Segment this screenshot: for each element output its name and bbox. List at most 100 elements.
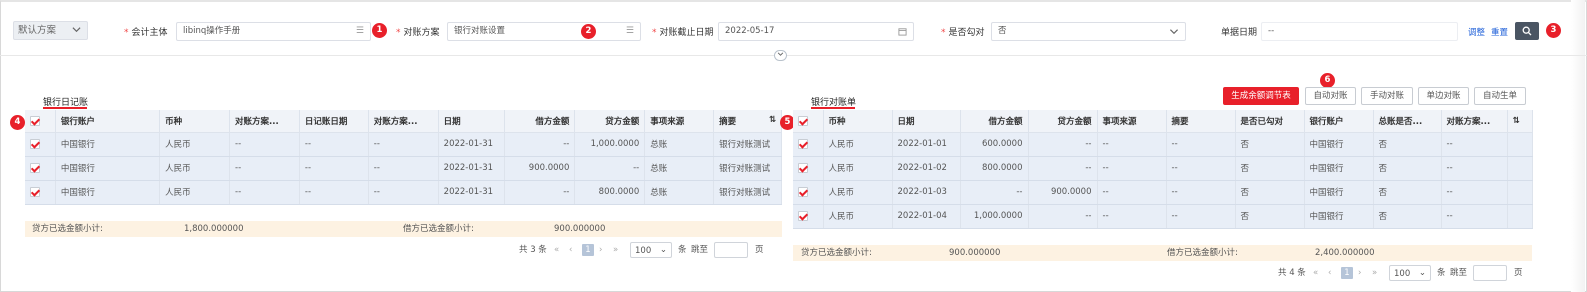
col-header[interactable]: 事项来源 — [1097, 110, 1167, 133]
credit-subtotal-label: 贷方已选金额小计: — [801, 248, 872, 258]
table-row[interactable]: 人民币 2022-01-02 800.0000 -- -- -- 否中国银行否 -- — [793, 156, 1533, 181]
col-header[interactable]: 贷方金额 — [1028, 110, 1098, 133]
row-checkbox[interactable] — [25, 156, 56, 181]
col-header[interactable]: 对账方案... — [368, 110, 439, 133]
table-cell: 否 — [1373, 156, 1442, 181]
table-row[interactable]: 人民币 2022-01-01 600.0000 -- -- -- 否中国银行否 -- — [793, 132, 1533, 157]
table-row[interactable]: 人民币 2022-01-04 1,000.0000 -- -- -- 否中国银行否 -- — [793, 204, 1533, 229]
col-header[interactable]: 银行账户 — [55, 110, 161, 133]
manual-reconcile-button[interactable]: 手动对账 — [1361, 87, 1413, 105]
select-all-checkbox[interactable] — [793, 110, 824, 133]
col-header[interactable]: 银行账户 — [1304, 110, 1374, 133]
page-size-select[interactable]: 100 ⌄ — [1389, 265, 1431, 281]
table-cell: 900.0000 — [1028, 180, 1098, 205]
table-cell: 否 — [1235, 204, 1305, 229]
last-page-icon[interactable]: » — [1372, 265, 1377, 281]
list-icon[interactable]: ☰ — [626, 23, 634, 40]
reset-link[interactable]: 重置 — [1491, 26, 1508, 38]
row-checkbox[interactable] — [793, 180, 824, 205]
adjust-link[interactable]: 调整 — [1468, 26, 1485, 38]
cutoff-date-field[interactable]: 2022-05-17 — [718, 22, 914, 41]
last-page-icon[interactable]: » — [613, 242, 618, 258]
table-row[interactable]: 中国银行 人民币 -- -- -- 2022-01-31 900.0000 -- 总账 银行对账测… — [25, 156, 782, 181]
table-cell: -- — [368, 180, 439, 205]
row-checkbox[interactable] — [793, 132, 824, 157]
table-cell — [1507, 204, 1533, 229]
scheme-select[interactable]: 默认方案 — [13, 21, 88, 40]
settings-icon[interactable]: ⇅ — [1507, 110, 1533, 133]
table-cell: -- — [1028, 156, 1098, 181]
table-cell: -- — [1166, 180, 1236, 205]
col-header[interactable]: 总账是否... — [1373, 110, 1442, 133]
table-cell: 人民币 — [823, 180, 893, 205]
single-side-reconcile-button[interactable]: 单边对账 — [1418, 87, 1469, 105]
credit-subtotal-value: 1,800.000000 — [184, 224, 244, 234]
doc-date-label: 单据日期 — [1221, 28, 1258, 38]
row-checkbox[interactable] — [793, 204, 824, 229]
table-cell: -- — [1166, 132, 1236, 157]
row-checkbox[interactable] — [25, 132, 56, 157]
table-row[interactable]: 中国银行 人民币 -- -- -- 2022-01-31 -- 1,000.0000 总账 银行对… — [25, 132, 782, 157]
table-cell: 否 — [1235, 132, 1305, 157]
current-page[interactable]: 1 — [582, 244, 594, 256]
first-page-icon[interactable]: « — [1313, 265, 1318, 281]
jump-input[interactable] — [1473, 265, 1507, 281]
recon-field[interactable]: 银行对账设置 ☰ — [447, 22, 641, 41]
col-header[interactable]: 是否已勾对 — [1235, 110, 1305, 133]
search-button[interactable] — [1515, 22, 1539, 40]
page-size-unit: 条 — [678, 245, 687, 255]
right-pager: 共 4 条 « ‹ 1 › » 100 ⌄ 条 跳至 页 — [1278, 265, 1528, 281]
first-page-icon[interactable]: « — [554, 242, 559, 258]
current-page[interactable]: 1 — [1341, 267, 1353, 279]
doc-date-field[interactable]: -- — [1261, 22, 1458, 41]
next-page-icon[interactable]: › — [599, 242, 602, 258]
col-header-summary[interactable]: 摘要 ⇅ — [713, 110, 782, 133]
col-header[interactable]: 借方金额 — [504, 110, 576, 133]
col-header[interactable]: 日记账日期 — [299, 110, 369, 133]
table-row[interactable]: 中国银行 人民币 -- -- -- 2022-01-31 -- 800.0000 总账 银行对账测… — [25, 180, 782, 205]
table-cell: 人民币 — [823, 204, 893, 229]
hook-label: * 是否勾对 — [941, 28, 985, 38]
row-checkbox[interactable] — [25, 180, 56, 205]
table-cell: 否 — [1235, 180, 1305, 205]
generate-balance-table-button[interactable]: 生成余额调节表 — [1223, 87, 1299, 105]
col-header[interactable]: 事项来源 — [644, 110, 715, 133]
next-page-icon[interactable]: › — [1358, 265, 1361, 281]
recon-field-value: 银行对账设置 — [454, 26, 506, 36]
jump-input[interactable] — [714, 242, 748, 258]
table-cell: -- — [504, 180, 576, 205]
table-cell: -- — [1097, 204, 1167, 229]
table-cell: -- — [299, 180, 369, 205]
prev-page-icon[interactable]: ‹ — [569, 242, 572, 258]
page-unit: 页 — [1514, 268, 1523, 278]
calendar-icon[interactable] — [898, 27, 907, 36]
prev-page-icon[interactable]: ‹ — [1328, 265, 1331, 281]
collapse-toggle[interactable] — [774, 50, 787, 61]
col-header[interactable]: 币种 — [159, 110, 231, 133]
col-header[interactable]: 摘要 — [1166, 110, 1236, 133]
entity-field[interactable]: libinq操作手册 ☰ — [176, 22, 371, 41]
doc-date-value: -- — [1268, 26, 1275, 36]
jump-label: 跳至 — [1450, 268, 1468, 278]
settings-icon[interactable]: ⇅ — [769, 115, 776, 125]
col-header[interactable]: 贷方金额 — [574, 110, 646, 133]
debit-subtotal-value: 900.000000 — [554, 224, 606, 234]
select-all-checkbox[interactable] — [25, 110, 56, 133]
col-header[interactable]: 对账方案... — [229, 110, 300, 133]
table-cell: -- — [368, 132, 439, 157]
col-header[interactable]: 日期 — [438, 110, 506, 133]
col-header[interactable]: 币种 — [823, 110, 893, 133]
auto-reconcile-button[interactable]: 自动对账 — [1305, 87, 1356, 105]
table-cell: 中国银行 — [55, 180, 161, 205]
table-row[interactable]: 人民币 2022-01-03 -- 900.0000 -- -- 否中国银行否 -- — [793, 180, 1533, 205]
col-header[interactable]: 对账方案... — [1441, 110, 1508, 133]
auto-generate-doc-button[interactable]: 自动生单 — [1474, 87, 1526, 105]
row-checkbox[interactable] — [793, 156, 824, 181]
col-header[interactable]: 借方金额 — [960, 110, 1029, 133]
list-icon[interactable]: ☰ — [356, 23, 364, 40]
hook-select[interactable]: 否 — [991, 22, 1186, 41]
page-size-select[interactable]: 100 ⌄ — [630, 242, 672, 258]
table-cell: -- — [1441, 132, 1508, 157]
table-cell: 否 — [1235, 156, 1305, 181]
col-header[interactable]: 日期 — [892, 110, 961, 133]
